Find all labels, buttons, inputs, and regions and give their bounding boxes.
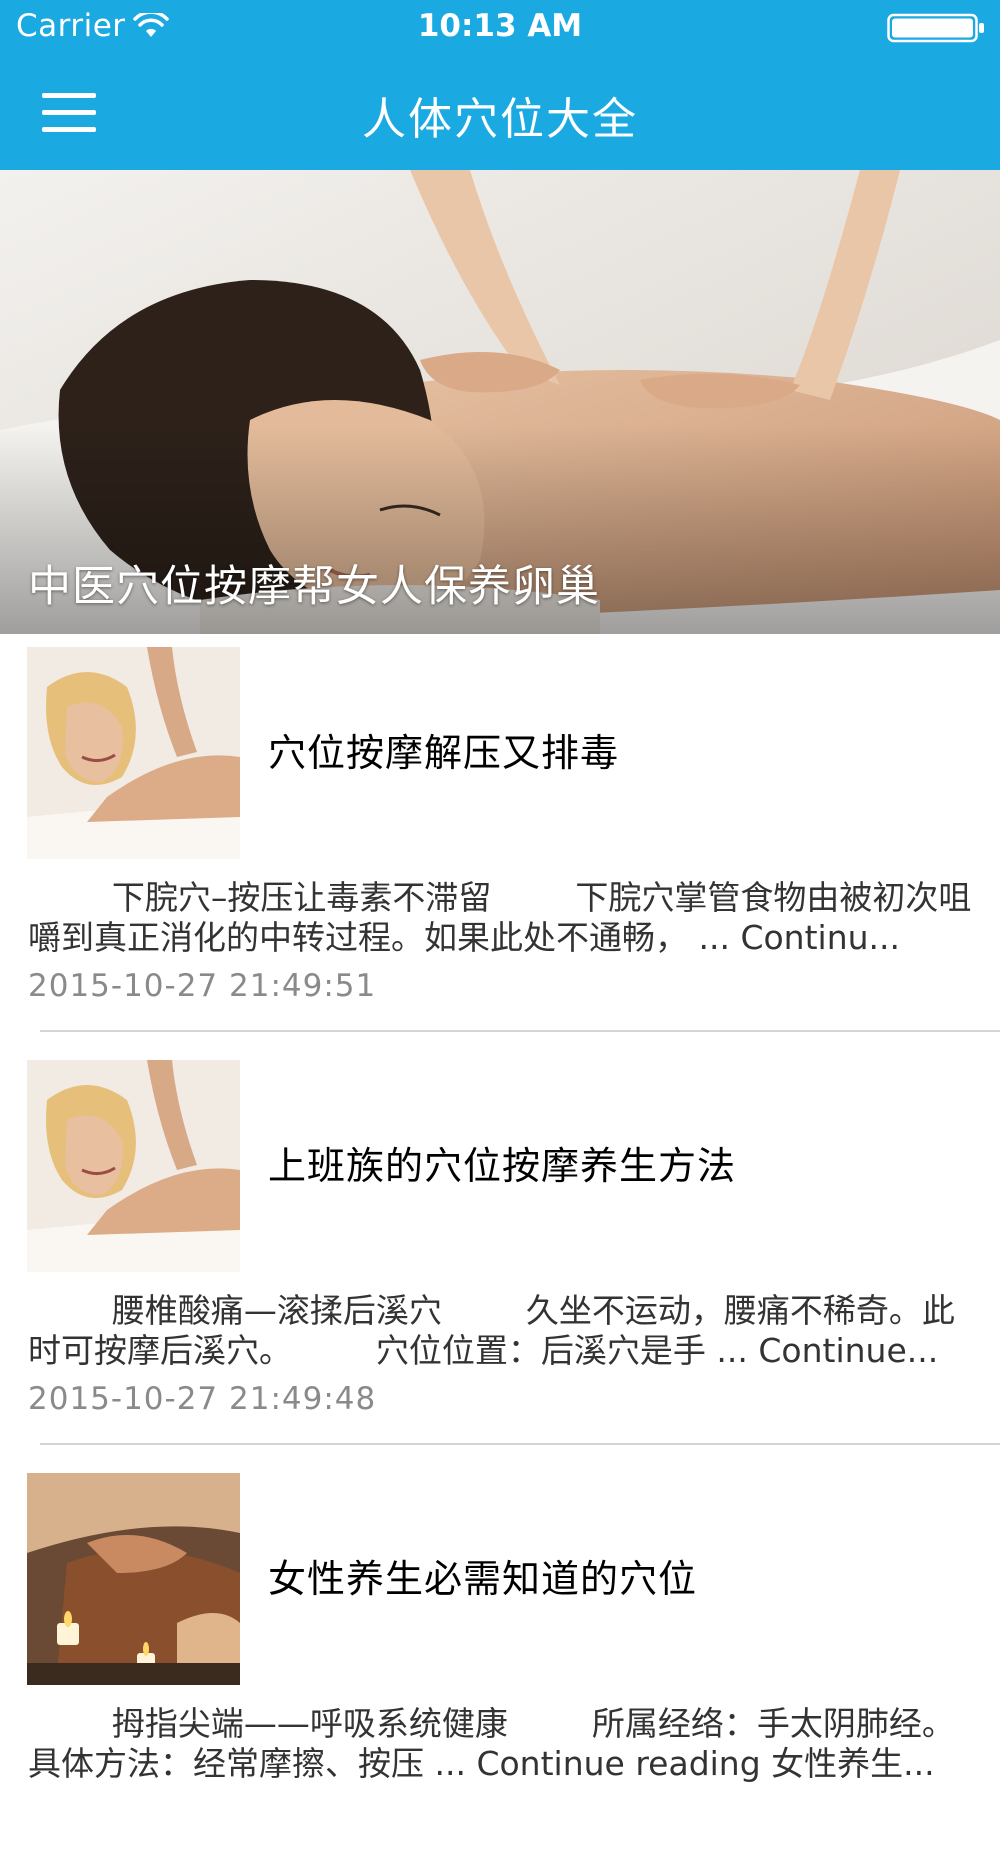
article-thumbnail bbox=[27, 1473, 240, 1685]
article-excerpt: 下脘穴–按压让毒素不滞留 下脘穴掌管食物由被初次咀嚼到真正消化的中转过程。如果此… bbox=[28, 878, 972, 957]
article-excerpt: 拇指尖端——呼吸系统健康 所属经络：手太阴肺经。具体方法：经常摩擦、按压 ...… bbox=[28, 1704, 955, 1783]
hero-caption: 中医穴位按摩帮女人保养卵巢 bbox=[28, 562, 600, 612]
page-title: 人体穴位大全 bbox=[362, 94, 638, 145]
article-excerpt: 腰椎酸痛—滚揉后溪穴 久坐不运动，腰痛不稀奇。此时可按摩后溪穴。 穴位位置：后溪… bbox=[28, 1291, 955, 1370]
article-thumbnail bbox=[27, 647, 240, 859]
list-item[interactable]: 上班族的穴位按摩养生方法 腰椎酸痛—滚揉后溪穴 久坐不运动，腰痛不稀奇。此时可按… bbox=[0, 1049, 1000, 1462]
divider bbox=[40, 1443, 1000, 1445]
list-item[interactable]: 穴位按摩解压又排毒 下脘穴–按压让毒素不滞留 下脘穴掌管食物由被初次咀嚼到真正消… bbox=[0, 636, 1000, 1049]
top-bar: Carrier 10:13 AM 人体穴位大全 bbox=[0, 0, 1000, 170]
list-item[interactable]: 女性养生必需知道的穴位 拇指尖端——呼吸系统健康 所属经络：手太阴肺经。具体方法… bbox=[0, 1462, 1000, 1875]
article-title: 女性养生必需知道的穴位 bbox=[268, 1557, 698, 1601]
article-date: 2015-10-27 21:49:51 bbox=[28, 968, 377, 1004]
divider bbox=[40, 1030, 1000, 1032]
article-title: 穴位按摩解压又排毒 bbox=[268, 731, 620, 775]
article-title: 上班族的穴位按摩养生方法 bbox=[268, 1144, 737, 1188]
nav-bar: 人体穴位大全 bbox=[0, 55, 1000, 170]
battery-icon bbox=[887, 13, 984, 43]
status-bar: Carrier 10:13 AM bbox=[0, 0, 1000, 55]
status-time: 10:13 AM bbox=[417, 8, 583, 44]
hero-banner[interactable]: 中医穴位按摩帮女人保养卵巢 bbox=[0, 170, 1000, 634]
article-thumbnail bbox=[27, 1060, 240, 1272]
article-date: 2015-10-27 21:49:48 bbox=[28, 1381, 377, 1417]
